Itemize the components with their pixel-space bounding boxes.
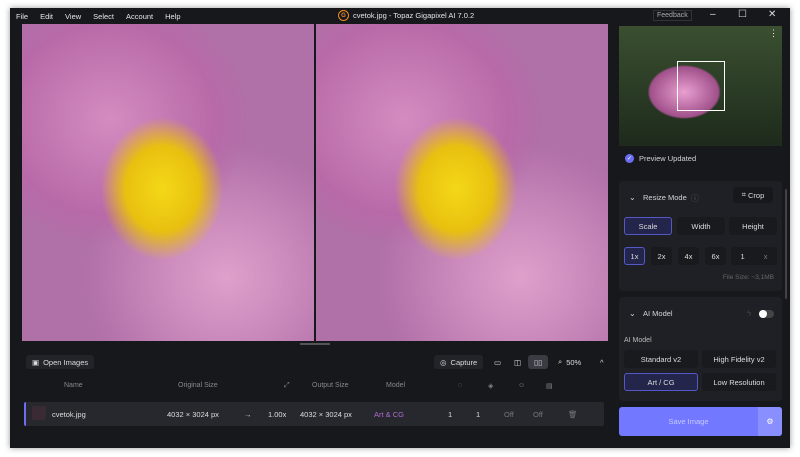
check-icon: ✓ [625,154,634,163]
file-thumbnail [32,406,46,420]
capture-button[interactable]: ◎ Capture [434,355,484,369]
scale-2x[interactable]: 2x [651,247,672,265]
scale-icon: ⤢ [284,382,290,389]
face-recovery-icon: ☺ [518,382,526,389]
menu-edit[interactable]: Edit [34,12,59,21]
face-recovery-value: Off [504,410,514,419]
table-row[interactable]: cvetok.jpg 4032 × 3024 px → 1.00x 4032 ×… [24,402,604,426]
chevron-down-icon[interactable]: ⌄ [629,309,636,318]
menu-view[interactable]: View [59,12,87,21]
title-bar: File Edit View Select Account Help G cve… [10,8,790,24]
mode-scale[interactable]: Scale [624,217,672,235]
model-low-resolution[interactable]: Low Resolution [702,373,776,391]
file-size: File Size: ~3,1MB [722,274,774,281]
original-size: 4032 × 3024 px [167,410,219,419]
capture-icon: ◎ [440,357,447,367]
scale-6x[interactable]: 6x [705,247,726,265]
lightning-icon: ϟ [747,309,752,318]
export-settings-icon[interactable]: ⚙ [758,407,782,436]
file-name: cvetok.jpg [52,410,86,419]
scale-1x[interactable]: 1x [624,247,645,265]
crop-label: Crop [748,190,765,200]
model-art-cg[interactable]: Art / CG [624,373,698,391]
navigator-thumbnail[interactable]: ⋮ [619,26,782,146]
enhanced-preview-image[interactable] [316,24,608,341]
settings-panel: ⋮ ✓ Preview Updated ⌄ Resize Mode ⓘ ⌗ Cr… [617,24,787,448]
image-list-panel: ▣ Open Images ◎ Capture ▭ ◫ ▯▯ ⌕ 50% ^ Name… [22,348,608,444]
preview-status: ✓ Preview Updated [625,154,696,163]
zoom-value: 50% [566,357,582,367]
gamma-value: Off [533,410,543,419]
ai-model-label: AI Model [624,337,652,344]
header-name[interactable]: Name [64,382,83,389]
original-preview-image[interactable] [22,24,314,341]
window-title: G cvetok.jpg - Topaz Gigapixel AI 7.0.2 [338,10,474,21]
scrollbar[interactable] [785,189,787,299]
menu-account[interactable]: Account [120,12,159,21]
close-icon[interactable]: ✕ [768,9,776,20]
menu-file[interactable]: File [10,12,34,21]
resize-mode-section: ⌄ Resize Mode ⓘ ⌗ Crop Scale Width Heigh… [619,181,782,291]
sharpen-value: 1 [476,410,481,419]
arrow-right-icon: → [244,410,252,419]
model-value: Art & CG [374,410,405,419]
custom-scale-input[interactable]: 1x [731,247,777,265]
save-image-button[interactable]: Save Image ⚙ [619,407,782,436]
mode-width[interactable]: Width [677,217,725,235]
scale-value: 1.00x [268,410,287,419]
more-options-icon[interactable]: ⋮ [769,28,778,39]
app-logo-icon: G [338,10,349,21]
collapse-chevron-icon[interactable]: ^ [594,355,610,369]
side-by-side-view-icon[interactable]: ▯▯ [528,355,549,369]
maximize-icon[interactable]: ☐ [738,9,747,20]
custom-scale-value: 1 [740,251,745,261]
split-view-icon[interactable]: ◫ [508,355,527,369]
crop-button[interactable]: ⌗ Crop [733,187,773,203]
app-window: File Edit View Select Account Help G cve… [10,8,790,448]
ai-model-toggle[interactable] [759,310,774,318]
scale-4x[interactable]: 4x [678,247,699,265]
denoise-value: 1 [448,410,453,419]
preview-status-text: Preview Updated [639,154,697,163]
header-output-size[interactable]: Output Size [312,382,349,389]
panel-resize-handle[interactable] [300,343,330,345]
image-icon: ▣ [32,357,40,367]
title-text: cvetok.jpg - Topaz Gigapixel AI 7.0.2 [353,11,475,20]
mode-height[interactable]: Height [729,217,777,235]
ai-model-title: AI Model [643,309,673,318]
minimize-icon[interactable]: – [710,9,716,20]
single-view-icon[interactable]: ▭ [488,355,507,369]
gamma-icon: ▤ [546,383,553,390]
capture-label: Capture [450,357,478,367]
viewport-indicator[interactable] [677,61,725,111]
open-images-label: Open Images [43,357,89,367]
zoom-control[interactable]: ⌕ 50% [552,355,587,369]
sharpen-icon: ◈ [488,383,494,390]
ai-model-section: ⌄ AI Model ϟ AI Model Standard v2 High F… [619,297,782,401]
feedback-button[interactable]: Feedback [653,10,692,21]
menu-select[interactable]: Select [87,12,120,21]
custom-scale-suffix: x [763,251,768,261]
header-model[interactable]: Model [386,382,405,389]
model-standard-v2[interactable]: Standard v2 [624,350,698,368]
save-image-label: Save Image [668,417,709,426]
open-images-button[interactable]: ▣ Open Images [26,355,95,369]
output-size: 4032 × 3024 px [300,410,352,419]
model-high-fidelity-v2[interactable]: High Fidelity v2 [702,350,776,368]
resize-mode-title: Resize Mode [643,193,687,202]
trash-icon[interactable]: 🗑 [568,410,578,419]
info-icon[interactable]: ⓘ [691,193,699,204]
chevron-down-icon[interactable]: ⌄ [629,193,636,202]
zoom-icon: ⌕ [558,357,563,366]
denoise-icon: ◌ [458,382,463,389]
menu-help[interactable]: Help [159,12,186,21]
header-original-size[interactable]: Original Size [178,382,218,389]
